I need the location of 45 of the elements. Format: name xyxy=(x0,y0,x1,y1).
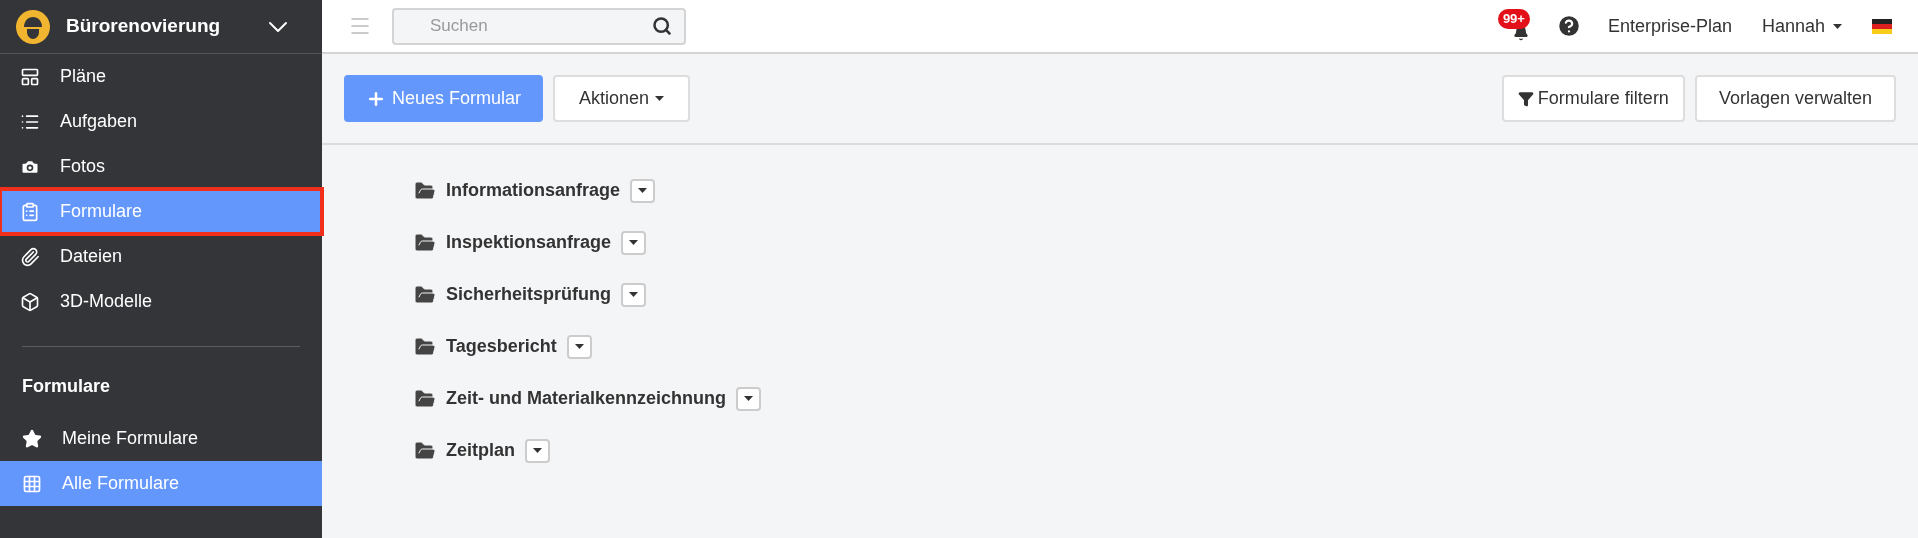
nav-item[interactable]: Aufgaben xyxy=(0,99,322,144)
folder-name[interactable]: Zeit- und Materialkennzeichnung xyxy=(446,385,727,412)
plan-link[interactable]: Enterprise-Plan xyxy=(1607,12,1732,40)
search-icon[interactable] xyxy=(652,15,672,36)
folder-name[interactable]: Zeitplan xyxy=(446,437,515,464)
floor-plan-icon xyxy=(20,66,40,87)
filter-button[interactable]: Formulare filtern xyxy=(1501,75,1685,122)
cube-icon xyxy=(20,291,40,312)
star-icon xyxy=(22,428,42,449)
nav-item[interactable]: Dateien xyxy=(0,234,322,279)
folder-dropdown-button[interactable] xyxy=(525,438,550,463)
actions-button[interactable]: Aktionen xyxy=(553,75,691,122)
folder-name[interactable]: Informationsanfrage xyxy=(446,177,621,204)
manage-templates-button[interactable]: Vorlagen verwalten xyxy=(1694,75,1896,122)
project-name: Bürorenovierung xyxy=(66,14,222,39)
caret-icon xyxy=(655,96,665,101)
folder-dropdown-button[interactable] xyxy=(621,282,646,307)
caret-icon xyxy=(1833,23,1842,29)
grid-icon xyxy=(22,473,42,494)
caret-icon xyxy=(744,396,754,401)
folder-dropdown-button[interactable] xyxy=(566,334,592,359)
caret-icon xyxy=(533,448,542,453)
folder-dropdown-button[interactable] xyxy=(621,230,647,255)
search-field[interactable]: Suchen xyxy=(392,7,686,45)
nav-item[interactable]: 3D-Modelle xyxy=(0,279,322,324)
flag-icon[interactable] xyxy=(1872,18,1892,34)
worker-logo-icon xyxy=(16,9,50,44)
folder-name[interactable]: Tagesbericht xyxy=(446,333,557,360)
nav-item[interactable]: Fotos xyxy=(0,144,322,189)
paperclip-icon xyxy=(20,246,40,267)
caret-icon xyxy=(629,292,638,297)
caret-icon xyxy=(574,344,584,349)
folder-name[interactable]: Sicherheitsprüfung xyxy=(446,281,611,308)
folder-dropdown-button[interactable] xyxy=(736,386,762,411)
folder-dropdown-button[interactable] xyxy=(630,178,656,203)
notification-badge: 99+ xyxy=(1497,9,1530,29)
nav-item[interactable]: Meine Formulare xyxy=(0,416,322,461)
caret-icon xyxy=(629,240,639,245)
clipboard-icon xyxy=(20,201,40,222)
filter-icon xyxy=(1517,90,1534,107)
user-menu[interactable]: Hannah xyxy=(1761,12,1842,40)
folder-name[interactable]: Inspektionsanfrage xyxy=(446,229,612,256)
nav-item[interactable]: Pläne xyxy=(0,54,322,99)
section-heading: Formulare xyxy=(21,375,112,398)
caret-icon xyxy=(638,188,648,193)
